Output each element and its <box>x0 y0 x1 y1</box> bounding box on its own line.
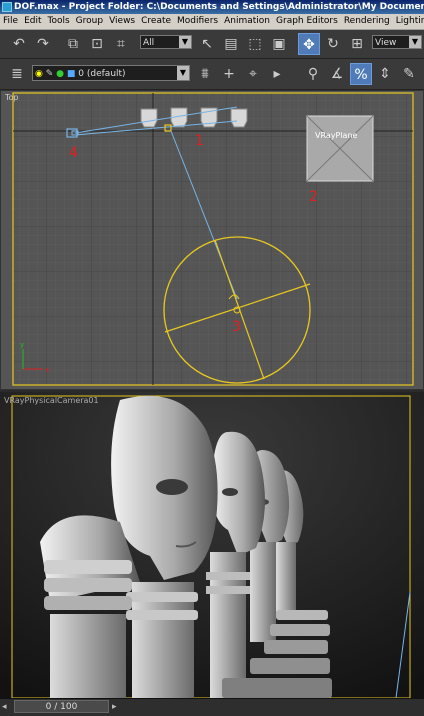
annotation-4: 4 <box>69 145 78 161</box>
select-and-rotate-icon[interactable]: ↻ <box>322 33 344 55</box>
select-objects-in-layer-icon[interactable]: ⌖ <box>242 63 264 85</box>
eye-shape <box>156 479 188 495</box>
svg-text:x: x <box>45 366 49 374</box>
edit-named-selection-icon[interactable]: ✎ <box>398 63 420 85</box>
layer-color-icon: ■ <box>66 69 76 79</box>
reference-coordinate-value: View <box>375 38 397 48</box>
vray-plane-label: VRayPlane <box>315 131 358 140</box>
3dsmax-app-icon <box>2 2 12 12</box>
select-by-name-icon[interactable]: ▤ <box>220 33 242 55</box>
layer-manager-icon[interactable]: ≣ <box>6 63 28 85</box>
light-bulb-icon: ◉ <box>35 69 43 79</box>
chevron-down-icon: ▼ <box>179 36 191 48</box>
add-to-layer-icon[interactable]: + <box>218 63 240 85</box>
title-bar: DOF.max - Project Folder: C:\Documents a… <box>0 0 424 14</box>
svg-text:y: y <box>20 341 24 349</box>
viewport-label-camera[interactable]: VRayPhysicalCamera01 <box>4 396 99 405</box>
annotation-2: 2 <box>309 189 318 205</box>
menu-modifiers[interactable]: Modifiers <box>174 16 221 26</box>
menu-rendering[interactable]: Rendering <box>341 16 393 26</box>
ring-stack-left[interactable] <box>44 560 132 698</box>
menu-views[interactable]: Views <box>106 16 138 26</box>
redo-icon[interactable]: ↷ <box>32 33 54 55</box>
select-and-scale-icon[interactable]: ⊞ <box>346 33 368 55</box>
next-frame-icon[interactable]: ▸ <box>112 702 117 712</box>
main-toolbar: ↶ ↷ ⧉ ⊡ ⌗ All ▼ ↖ ▤ ⬚ ▣ ✥ ↻ ⊞ View ▼ <box>0 30 424 59</box>
selection-filter-dropdown[interactable]: All ▼ <box>140 35 192 49</box>
menu-tools[interactable]: Tools <box>45 16 73 26</box>
rectangular-selection-icon[interactable]: ⬚ <box>244 33 266 55</box>
bind-to-space-warp-icon[interactable]: ⌗ <box>110 33 132 55</box>
camera-view-render[interactable]: VRayPhysicalCamera01 <box>0 392 424 698</box>
time-slider-bar: 0 / 100 ◂ ▸ <box>0 698 424 716</box>
selection-filter-value: All <box>143 38 155 48</box>
layer-toolbar: ≣ ◉ ✎ ● ■ 0 (default) ▼ ⩩ + ⌖ ▸ ⚲ ∡ % ⇕ … <box>0 59 424 90</box>
annotation-1: 1 <box>195 133 204 149</box>
menu-edit[interactable]: Edit <box>21 16 44 26</box>
prev-frame-icon[interactable]: ◂ <box>2 702 7 712</box>
menu-create[interactable]: Create <box>138 16 174 26</box>
camera-viewport[interactable]: VRayPhysicalCamera01 <box>0 392 424 698</box>
create-new-layer-icon[interactable]: ⩩ <box>194 63 216 85</box>
file-name: DOF.max <box>14 2 59 12</box>
menu-lighting-analysis[interactable]: Lighting Analys <box>393 16 424 26</box>
snaps-toggle-icon[interactable]: ⚲ <box>302 63 324 85</box>
time-slider-value: 0 / 100 <box>45 702 78 712</box>
chevron-down-icon: ▼ <box>177 66 189 80</box>
chevron-down-icon: ▼ <box>409 36 421 48</box>
menu-graph-editors[interactable]: Graph Editors <box>273 16 341 26</box>
angle-snap-icon[interactable]: ∡ <box>326 63 348 85</box>
top-view-canvas[interactable]: VRayPlane x y 1 2 3 4 <box>1 91 424 390</box>
select-and-link-icon[interactable]: ⧉ <box>62 33 84 55</box>
layer-dropdown[interactable]: ◉ ✎ ● ■ 0 (default) ▼ <box>32 65 190 81</box>
spinner-snap-icon[interactable]: ⇕ <box>374 63 396 85</box>
select-and-move-icon[interactable]: ✥ <box>298 33 320 55</box>
menu-group[interactable]: Group <box>73 16 106 26</box>
layer-name: 0 (default) <box>78 69 126 79</box>
undo-icon[interactable]: ↶ <box>8 33 30 55</box>
freeze-icon: ✎ <box>45 69 54 79</box>
project-path: - Project Folder: C:\Documents and Setti… <box>61 2 424 12</box>
menu-file[interactable]: File <box>0 16 21 26</box>
percent-snap-icon[interactable]: % <box>350 63 372 85</box>
time-slider[interactable]: 0 / 100 <box>14 700 109 713</box>
unlink-selection-icon[interactable]: ⊡ <box>86 33 108 55</box>
select-object-icon[interactable]: ↖ <box>196 33 218 55</box>
annotation-3: 3 <box>232 319 241 335</box>
menu-animation[interactable]: Animation <box>221 16 273 26</box>
set-current-layer-icon[interactable]: ▸ <box>266 63 288 85</box>
reference-coordinate-dropdown[interactable]: View ▼ <box>372 35 422 49</box>
menu-bar: File Edit Tools Group Views Create Modifiers An… <box>0 14 424 30</box>
render-icon: ● <box>56 69 65 79</box>
top-viewport[interactable]: Top VRayPlane x y 1 2 3 4 <box>0 90 424 390</box>
window-crossing-icon[interactable]: ▣ <box>268 33 290 55</box>
